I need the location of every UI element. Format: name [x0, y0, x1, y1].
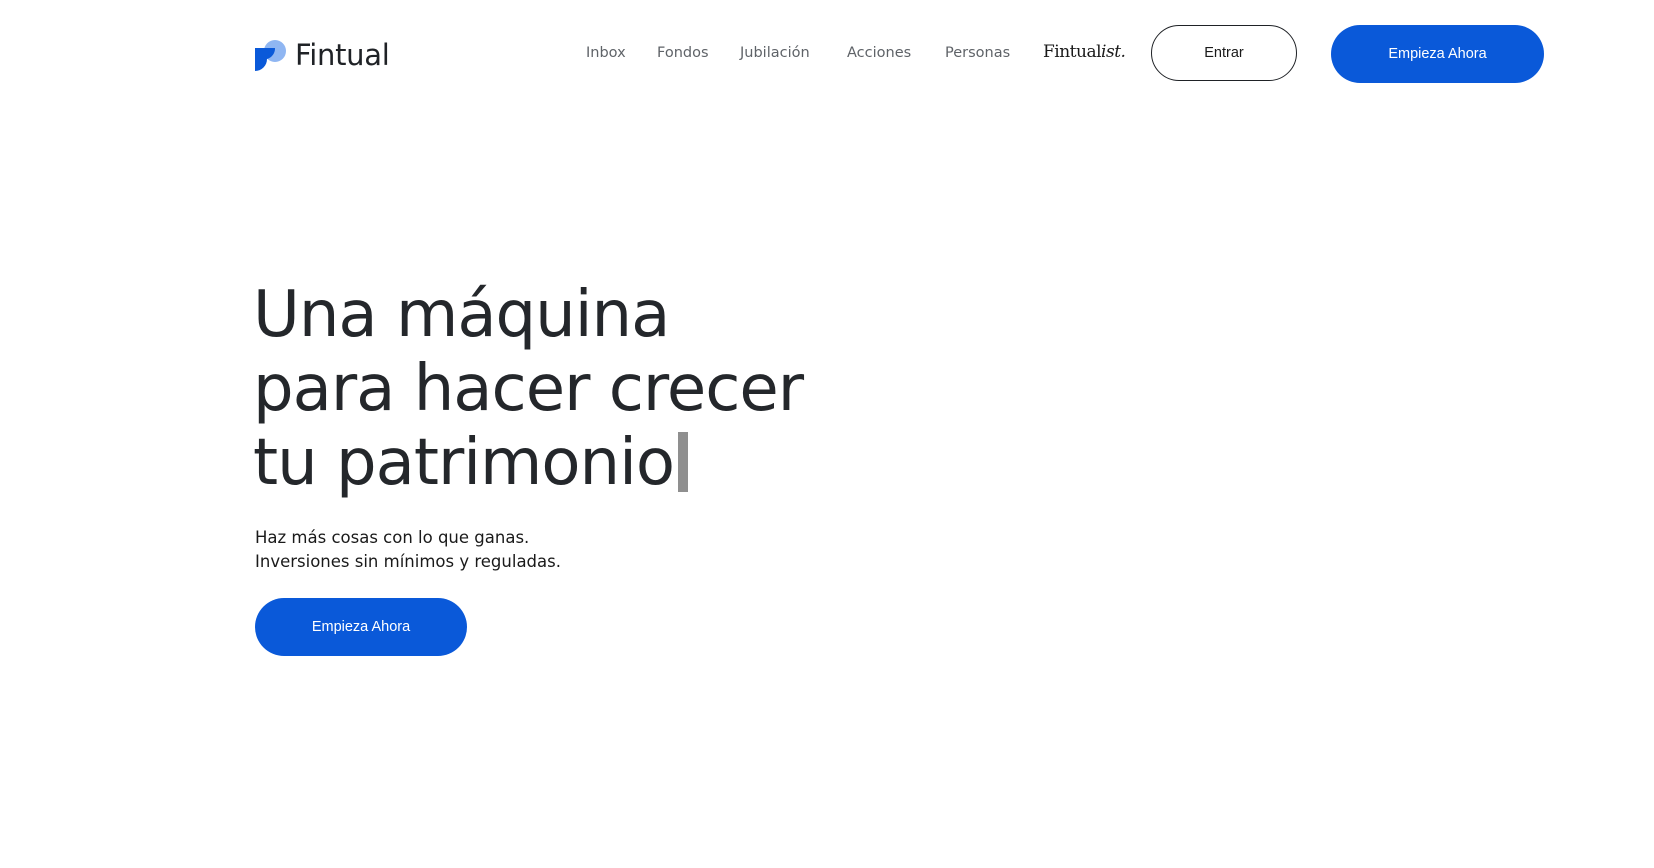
hero-title: Una máquina para hacer crecer tu patrimo…	[253, 278, 973, 500]
hero-title-line-3-text: tu patrimonio	[253, 426, 675, 500]
hero-title-line-2: para hacer crecer	[253, 352, 804, 426]
logo-text: Fintual	[295, 38, 390, 72]
fintualist-regular-text: Fintual	[1043, 42, 1102, 62]
hero-subtitle-line-2: Inversiones sin mínimos y reguladas.	[255, 552, 561, 571]
landing-page: Fintual Inbox Fondos Jubilación Acciones…	[0, 0, 1654, 868]
hero-title-line-3: tu patrimonio	[253, 426, 973, 500]
hero-start-now-button[interactable]: Empieza Ahora	[255, 598, 467, 656]
hero-title-line-1: Una máquina	[253, 278, 670, 352]
login-button[interactable]: Entrar	[1151, 25, 1297, 81]
nav-fondos[interactable]: Fondos	[657, 45, 709, 61]
fintualist-italic-text: ist.	[1101, 42, 1126, 62]
nav-jubilacion[interactable]: Jubilación	[740, 45, 810, 61]
header-start-now-button[interactable]: Empieza Ahora	[1331, 25, 1544, 83]
text-cursor-icon	[678, 432, 689, 492]
hero-subtitle-line-1: Haz más cosas con lo que ganas.	[255, 528, 530, 547]
nav-personas[interactable]: Personas	[945, 45, 1010, 61]
hero-subtitle: Haz más cosas con lo que ganas. Inversio…	[255, 526, 561, 574]
fintual-logo-icon	[255, 40, 286, 71]
nav-inbox[interactable]: Inbox	[586, 45, 626, 61]
nav-acciones[interactable]: Acciones	[847, 45, 911, 61]
fintual-logo[interactable]: Fintual	[255, 38, 390, 72]
nav-fintualist[interactable]: Fintualist.	[1043, 42, 1126, 62]
